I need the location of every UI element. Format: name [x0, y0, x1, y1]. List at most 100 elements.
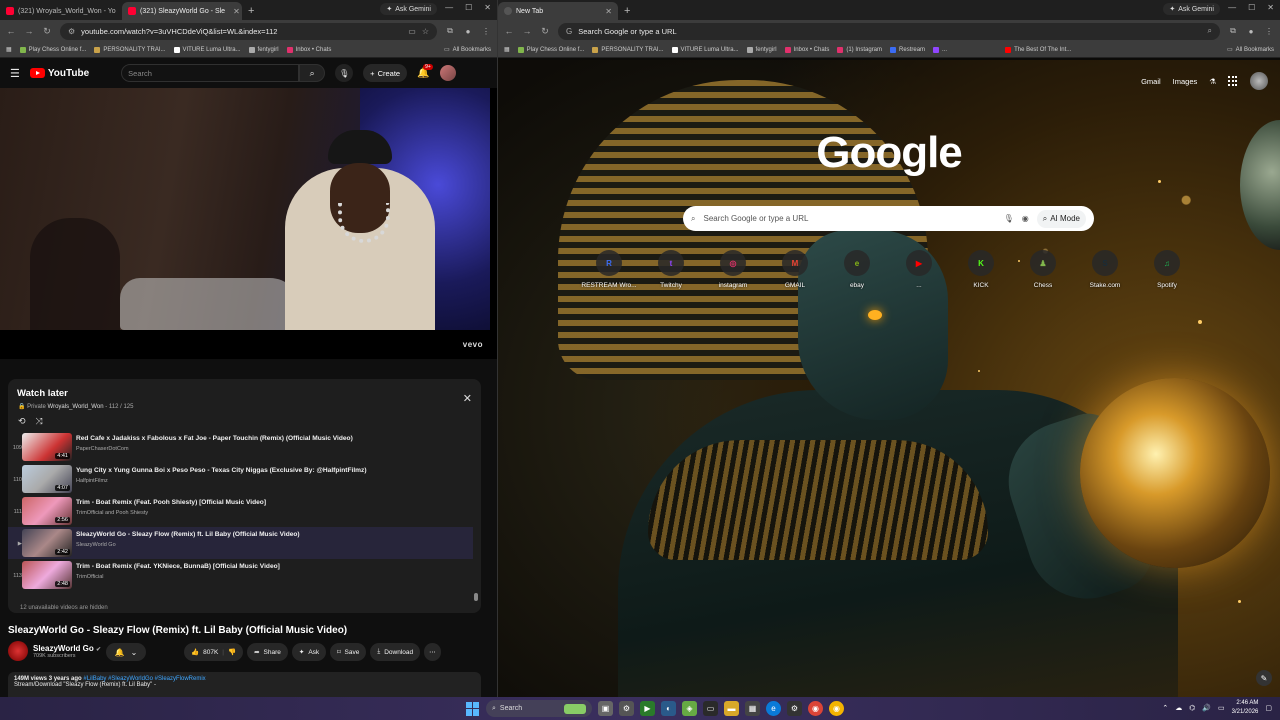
back-icon[interactable]: ←: [6, 26, 16, 36]
bookmark-inbox[interactable]: Inbox • Chats: [784, 46, 829, 53]
bookmark-viture[interactable]: VITURE Luma Ultra...: [671, 46, 739, 53]
save-button[interactable]: ⌑ Save: [330, 643, 367, 661]
minimize-icon[interactable]: —: [1228, 3, 1236, 12]
apps-icon[interactable]: ▦: [504, 46, 510, 53]
cast-icon[interactable]: ▭: [408, 27, 416, 36]
steam-icon[interactable]: ◐: [661, 701, 676, 716]
google-search-box[interactable]: ⌕ Search Google or type a URL 🎙 ◉ ⌕ AI Mo…: [683, 206, 1094, 231]
shortcut-tile[interactable]: t Twitchy: [640, 250, 702, 289]
youtube-search-input[interactable]: Search: [121, 64, 300, 82]
battery-icon[interactable]: ▭: [1218, 704, 1225, 712]
shortcut-tile[interactable]: ▶...: [888, 250, 950, 289]
back-icon[interactable]: ←: [504, 26, 514, 36]
ask-gemini-button[interactable]: ✦ Ask Gemini: [1163, 3, 1220, 15]
bookmark-personality[interactable]: PERSONALITY TRAI...: [94, 46, 166, 53]
bookmark-best-of-internet[interactable]: The Best Of The Int...: [1005, 46, 1071, 53]
extensions-icon[interactable]: ⧉: [445, 26, 455, 36]
address-bar[interactable]: ⚙ youtube.com/watch?v=3uVHCDdeViQ&list=W…: [60, 22, 437, 40]
maximize-icon[interactable]: ☐: [1248, 3, 1255, 12]
shortcut-tile[interactable]: S Stake.com: [1074, 250, 1136, 289]
chrome-active-icon[interactable]: ◉: [829, 701, 844, 716]
close-window-icon[interactable]: ✕: [1267, 3, 1274, 12]
playlist-item[interactable]: 110 4:07 Yung City x Yung Gunna Boi x Peso…: [8, 463, 473, 495]
edge-icon[interactable]: e: [766, 701, 781, 716]
google-lens-icon[interactable]: ◉: [1022, 214, 1029, 223]
close-playlist-icon[interactable]: ✕: [463, 392, 472, 405]
video-thumbnail[interactable]: 4:07: [22, 465, 72, 493]
network-icon[interactable]: ⌬: [1189, 704, 1195, 712]
apps-icon[interactable]: ▦: [6, 46, 12, 53]
shortcut-tile[interactable]: K KICK: [950, 250, 1012, 289]
tray-chevron-icon[interactable]: ⌃: [1162, 704, 1168, 712]
settings-icon[interactable]: ⚙: [619, 701, 634, 716]
bookmark-chess[interactable]: Play Chess Online f...: [19, 46, 86, 53]
forward-icon[interactable]: →: [24, 26, 34, 36]
account-avatar[interactable]: [1250, 72, 1268, 90]
labs-flask-icon[interactable]: ⚗: [1209, 77, 1216, 86]
profile-icon[interactable]: ●: [463, 26, 473, 36]
taskbar-search[interactable]: ⌕ Search: [486, 700, 592, 717]
subscribed-bell-button[interactable]: 🔔 ⌄: [106, 643, 146, 661]
shortcut-tile[interactable]: ◎ instagram: [702, 250, 764, 289]
site-info-icon[interactable]: ⚙: [68, 27, 75, 36]
cloud-icon[interactable]: ☁: [1175, 704, 1182, 712]
new-tab-button[interactable]: +: [242, 2, 260, 20]
channel-avatar[interactable]: [8, 641, 28, 661]
shortcut-tile[interactable]: ♟ Chess: [1012, 250, 1074, 289]
close-window-icon[interactable]: ✕: [484, 3, 491, 12]
playlist-owner[interactable]: Wroyals_World_Won: [48, 404, 104, 410]
bookmark-twitch[interactable]: ...: [933, 46, 947, 53]
bookmark-fentygirl[interactable]: fentygirl: [746, 46, 777, 53]
notifications-icon[interactable]: ▢: [1265, 704, 1272, 712]
video-thumbnail[interactable]: 2:48: [22, 561, 72, 589]
channel-name[interactable]: SleazyWorld Go ✔: [33, 644, 101, 653]
loop-icon[interactable]: ⟲: [18, 416, 26, 427]
ask-button[interactable]: ✦ Ask: [291, 643, 327, 661]
shuffle-icon[interactable]: ⤨: [36, 416, 43, 427]
playlist-item[interactable]: 111 2:56 Trim - Boat Remix (Feat. Pooh Shi…: [8, 495, 473, 527]
bookmark-viture[interactable]: VITURE Luma Ultra...: [173, 46, 241, 53]
close-icon[interactable]: ✕: [233, 7, 240, 16]
windows-start-icon[interactable]: [466, 701, 480, 716]
tab-wroyals[interactable]: (321) Wroyals_World_Won - Yo ✕: [0, 2, 122, 20]
menu-icon[interactable]: ⋮: [1264, 26, 1274, 36]
reload-icon[interactable]: ↻: [540, 26, 550, 37]
create-button[interactable]: + Create: [363, 64, 408, 82]
like-button[interactable]: 👍 807K | 👎: [184, 643, 244, 661]
tab-new-tab[interactable]: New Tab ✕: [498, 2, 618, 20]
more-actions-icon[interactable]: ⋯: [424, 643, 441, 661]
playlist-scrollbar[interactable]: [474, 433, 478, 603]
bookmark-inbox[interactable]: Inbox • Chats: [286, 46, 331, 53]
app-icon[interactable]: ⚙: [787, 701, 802, 716]
video-thumbnail[interactable]: 4:41: [22, 433, 72, 461]
profile-icon[interactable]: ●: [1246, 26, 1256, 36]
bookmark-restream[interactable]: Restream: [890, 46, 925, 53]
voice-search-icon[interactable]: 🎙: [1004, 214, 1014, 223]
playlist-item[interactable]: ▶ 2:42 SleazyWorld Go - Sleazy Flow (Remix…: [8, 527, 473, 559]
download-button[interactable]: ⤓ Download: [370, 643, 421, 661]
youtube-logo[interactable]: YouTube: [29, 68, 89, 79]
speaker-icon[interactable]: 🔊: [1202, 704, 1211, 712]
address-bar[interactable]: G Search Google or type a URL ⌕: [558, 22, 1220, 40]
task-view-icon[interactable]: ▣: [598, 701, 613, 716]
maximize-icon[interactable]: ☐: [465, 3, 472, 12]
menu-icon[interactable]: ⋮: [481, 26, 491, 36]
extensions-icon[interactable]: ⧉: [1228, 26, 1238, 36]
reload-icon[interactable]: ↻: [42, 26, 52, 37]
tab-sleazyworld[interactable]: (321) SleazyWorld Go - Sle ✕: [122, 2, 242, 20]
microphone-icon[interactable]: 🎙: [335, 64, 354, 82]
calculator-icon[interactable]: ▦: [745, 701, 760, 716]
ai-mode-button[interactable]: ⌕ AI Mode: [1036, 209, 1086, 228]
minimize-icon[interactable]: —: [445, 3, 453, 12]
video-thumbnail[interactable]: 2:56: [22, 497, 72, 525]
all-bookmarks[interactable]: ▭ All Bookmarks: [444, 46, 491, 54]
thumbs-down-icon[interactable]: 👎: [228, 648, 236, 656]
bookmark-chess[interactable]: Play Chess Online f...: [517, 46, 584, 53]
forward-icon[interactable]: →: [522, 26, 532, 36]
bookmark-star-icon[interactable]: ☆: [422, 27, 429, 36]
gmail-link[interactable]: Gmail: [1141, 77, 1161, 86]
playlist-item[interactable]: 113 2:48 Trim - Boat Remix (Feat. YKNiece,…: [8, 559, 473, 591]
video-thumbnail[interactable]: 2:42: [22, 529, 72, 557]
playlist-item[interactable]: 109 4:41 Red Cafe x Jadakiss x Fabolous x …: [8, 431, 473, 463]
new-tab-button[interactable]: +: [618, 2, 636, 20]
